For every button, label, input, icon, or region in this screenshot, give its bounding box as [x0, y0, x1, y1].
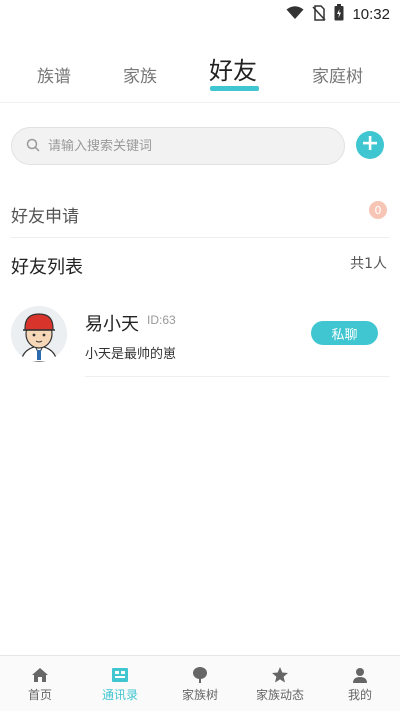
friend-signature: 小天是最帅的崽	[85, 347, 177, 362]
wifi-icon	[286, 5, 304, 24]
friend-list-title: 好友列表	[11, 257, 83, 278]
divider	[0, 102, 400, 103]
tab-genealogy[interactable]: 族谱	[37, 48, 71, 100]
bottom-nav: 首页 通讯录 家族树 家族动态 我的	[0, 655, 400, 711]
friend-list-count: 共1人	[350, 256, 387, 272]
contacts-icon	[111, 666, 129, 684]
nav-item-family-news[interactable]: 家族动态	[240, 656, 320, 711]
private-chat-button[interactable]: 私聊	[311, 321, 378, 345]
friend-request-label: 好友申请	[11, 207, 79, 227]
home-icon	[31, 666, 49, 684]
active-tab-indicator	[210, 86, 259, 91]
battery-icon	[334, 4, 344, 25]
cartoon-avatar-icon	[11, 306, 67, 362]
top-tabs: 族谱 家族 好友 家庭树	[0, 40, 400, 100]
friend-name: 易小天	[85, 314, 139, 335]
star-icon	[271, 666, 289, 684]
no-sim-icon	[312, 4, 327, 25]
nav-label: 我的	[347, 688, 372, 702]
nav-item-family-tree[interactable]: 家族树	[160, 656, 240, 711]
nav-label: 家族动态	[255, 688, 304, 702]
divider	[11, 237, 389, 238]
add-friend-button[interactable]	[356, 131, 384, 159]
user-icon	[352, 666, 368, 684]
status-bar: 10:32	[0, 0, 400, 28]
friend-id: ID:63	[147, 313, 176, 327]
divider	[85, 376, 389, 377]
avatar[interactable]	[11, 306, 67, 362]
search-bar[interactable]	[11, 127, 345, 165]
nav-label: 首页	[27, 688, 52, 702]
status-icons: 10:32	[286, 4, 390, 25]
search-icon	[26, 137, 40, 156]
search-input[interactable]	[48, 138, 328, 154]
nav-label: 家族树	[181, 688, 218, 702]
tree-icon	[191, 666, 209, 684]
status-time: 10:32	[352, 6, 390, 23]
nav-item-home[interactable]: 首页	[0, 656, 80, 711]
nav-item-me[interactable]: 我的	[320, 656, 400, 711]
tab-family-tree[interactable]: 家庭树	[312, 48, 363, 100]
nav-item-contacts[interactable]: 通讯录	[80, 656, 160, 711]
tab-family[interactable]: 家族	[123, 48, 157, 100]
nav-label: 通讯录	[101, 688, 138, 702]
friend-request-row[interactable]: 好友申请	[0, 190, 400, 238]
friend-request-count-badge: 0	[369, 201, 387, 219]
plus-icon	[362, 135, 378, 155]
friend-list-item[interactable]: 易小天 ID:63 小天是最帅的崽 私聊	[0, 300, 400, 378]
